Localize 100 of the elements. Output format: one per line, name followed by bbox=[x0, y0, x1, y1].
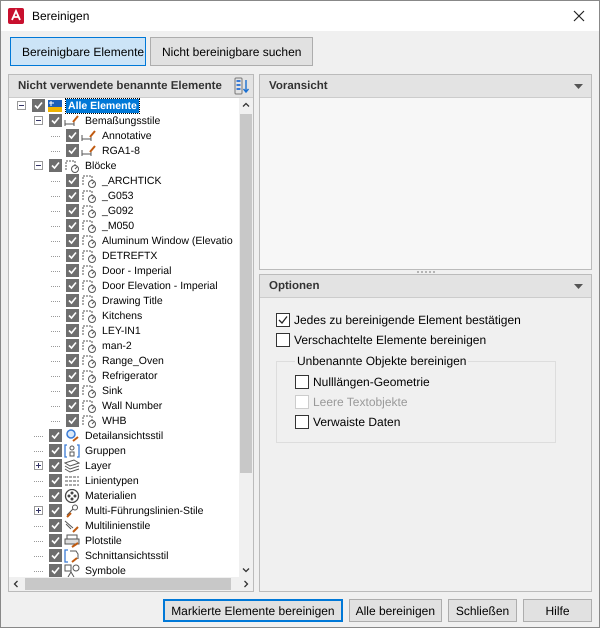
tree-item[interactable]: Bemaßungsstile bbox=[83, 114, 162, 128]
checkbox[interactable] bbox=[66, 249, 79, 262]
tree-item[interactable]: WHB bbox=[100, 414, 128, 428]
checkbox[interactable] bbox=[66, 414, 79, 427]
dialog-button[interactable]: Schließen bbox=[448, 599, 517, 622]
checkbox[interactable] bbox=[66, 279, 79, 292]
checkbox[interactable] bbox=[295, 375, 309, 389]
expander-icon[interactable] bbox=[34, 161, 43, 170]
checkbox[interactable] bbox=[66, 384, 79, 397]
checkbox[interactable] bbox=[295, 415, 309, 429]
tree-item[interactable]: Blöcke bbox=[83, 158, 119, 172]
mode-button[interactable]: Bereinigbare Elemente bbox=[10, 37, 146, 66]
option-label: Verwaiste Daten bbox=[313, 415, 400, 429]
collapse-icon[interactable] bbox=[574, 84, 583, 88]
checkbox[interactable] bbox=[49, 549, 62, 562]
tree-item[interactable]: man-2 bbox=[100, 338, 134, 352]
tree-item[interactable]: _G092 bbox=[100, 204, 136, 218]
tree-item[interactable]: Door - Imperial bbox=[100, 264, 174, 278]
checkbox[interactable] bbox=[66, 234, 79, 247]
checkbox[interactable] bbox=[66, 294, 79, 307]
checkbox[interactable] bbox=[49, 564, 62, 577]
checkbox[interactable] bbox=[49, 489, 62, 502]
checkbox[interactable] bbox=[49, 519, 62, 532]
scrollbar-thumb[interactable] bbox=[240, 114, 252, 473]
tree-item[interactable]: Multi-Führungslinien-Stile bbox=[83, 504, 206, 518]
checkbox[interactable] bbox=[66, 399, 79, 412]
expander-icon[interactable] bbox=[34, 506, 43, 515]
tree-item[interactable]: RGA1-8 bbox=[100, 144, 142, 158]
checkbox[interactable] bbox=[66, 324, 79, 337]
leader-icon bbox=[64, 504, 80, 518]
dialog-button[interactable]: Hilfe bbox=[523, 599, 592, 622]
shapes-icon bbox=[64, 564, 80, 577]
panel-title: Nicht verwendete benannte Elemente bbox=[18, 80, 222, 92]
checkbox[interactable] bbox=[276, 333, 290, 347]
mode-button[interactable]: Nicht bereinigbare suchen bbox=[150, 37, 314, 66]
checkbox[interactable] bbox=[49, 444, 62, 457]
tree-item[interactable]: _M050 bbox=[100, 218, 136, 232]
expander-icon[interactable] bbox=[34, 461, 43, 470]
tree-item[interactable]: Kitchens bbox=[100, 308, 144, 322]
tree-item[interactable]: Wall Number bbox=[100, 398, 164, 412]
panel-title: Optionen bbox=[269, 280, 320, 292]
tree-item[interactable]: Gruppen bbox=[83, 444, 128, 458]
block-icon bbox=[81, 248, 97, 262]
checkbox[interactable] bbox=[66, 174, 79, 187]
close-icon[interactable] bbox=[573, 10, 585, 22]
tree-item[interactable]: Symbole bbox=[83, 564, 128, 577]
tree-item[interactable]: Alle Elemente bbox=[66, 98, 139, 112]
tree-item[interactable]: LEY-IN1 bbox=[100, 324, 143, 338]
checkbox[interactable] bbox=[49, 534, 62, 547]
tree-item[interactable]: Schnittansichtsstil bbox=[83, 548, 170, 562]
tree-item[interactable]: Materialien bbox=[83, 488, 138, 502]
tree-item[interactable]: DETREFTX bbox=[100, 248, 160, 262]
window-title: Bereinigen bbox=[32, 9, 90, 23]
checkbox[interactable] bbox=[66, 129, 79, 142]
tree-item[interactable]: _G053 bbox=[100, 188, 136, 202]
tree-item[interactable]: Multilinienstile bbox=[83, 518, 152, 532]
checkbox[interactable] bbox=[66, 369, 79, 382]
splitter-handle[interactable] bbox=[416, 270, 436, 274]
tree-item[interactable]: Range_Oven bbox=[100, 354, 166, 368]
tree-item[interactable]: Linientypen bbox=[83, 474, 141, 488]
dialog-button[interactable]: Markierte Elemente bereinigen bbox=[163, 599, 343, 622]
checkbox[interactable] bbox=[66, 339, 79, 352]
expander-icon[interactable] bbox=[17, 101, 26, 110]
tree-item[interactable]: Layer bbox=[83, 458, 114, 472]
tree-item[interactable]: Sink bbox=[100, 384, 124, 398]
multiline-icon bbox=[64, 518, 80, 532]
tree-item[interactable]: Refrigerator bbox=[100, 368, 160, 382]
checkbox[interactable] bbox=[276, 313, 290, 327]
tree-item[interactable]: _ARCHTICK bbox=[100, 174, 164, 188]
block-icon bbox=[64, 158, 80, 172]
checkbox[interactable] bbox=[66, 204, 79, 217]
block-icon bbox=[81, 204, 97, 218]
checkbox[interactable] bbox=[49, 504, 62, 517]
checkbox[interactable] bbox=[49, 474, 62, 487]
block-icon bbox=[81, 324, 97, 338]
tree-item[interactable]: Door Elevation - Imperial bbox=[100, 278, 220, 292]
checkbox[interactable] bbox=[49, 429, 62, 442]
dialog-button[interactable]: Alle bereinigen bbox=[348, 599, 442, 622]
checkbox[interactable] bbox=[49, 459, 62, 472]
checkbox[interactable] bbox=[66, 189, 79, 202]
checkbox[interactable] bbox=[66, 354, 79, 367]
dimension-icon bbox=[81, 144, 97, 158]
checkbox[interactable] bbox=[66, 264, 79, 277]
checkbox[interactable] bbox=[49, 114, 62, 127]
sort-icon[interactable] bbox=[234, 77, 250, 95]
checkbox[interactable] bbox=[66, 144, 79, 157]
all-items-icon bbox=[47, 98, 63, 112]
block-icon bbox=[81, 368, 97, 382]
checkbox[interactable] bbox=[66, 309, 79, 322]
scrollbar-thumb[interactable] bbox=[25, 578, 231, 590]
tree-item[interactable]: Annotative bbox=[100, 128, 154, 142]
tree-item[interactable]: Drawing Title bbox=[100, 294, 165, 308]
tree-item[interactable]: Plotstile bbox=[83, 534, 124, 548]
tree-item[interactable]: Detailansichtsstil bbox=[83, 428, 166, 442]
checkbox[interactable] bbox=[66, 219, 79, 232]
checkbox[interactable] bbox=[49, 159, 62, 172]
collapse-icon[interactable] bbox=[574, 284, 583, 288]
tree-item[interactable]: Aluminum Window (Elevatio bbox=[100, 234, 235, 248]
expander-icon[interactable] bbox=[34, 116, 43, 125]
checkbox[interactable] bbox=[32, 99, 45, 112]
